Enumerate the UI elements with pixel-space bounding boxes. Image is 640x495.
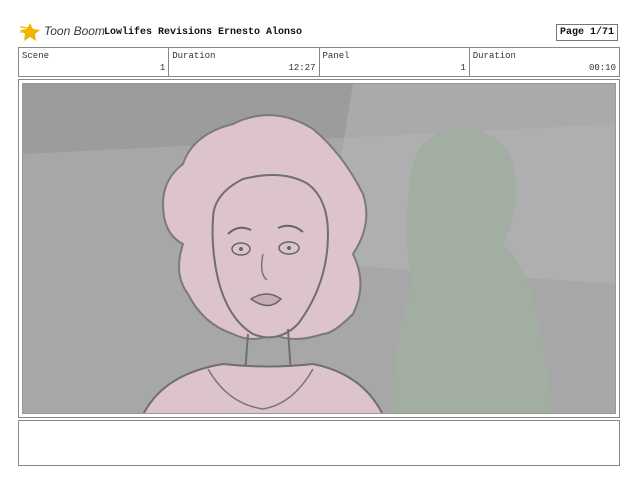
toon-boom-logo: Toon Boom xyxy=(19,22,105,44)
panel-info-row: Scene 1 Duration 12:27 Panel 1 Duration … xyxy=(18,47,620,77)
scene-value: 1 xyxy=(159,63,166,73)
panel-label: Panel xyxy=(322,51,350,61)
scene-cell: Scene 1 xyxy=(19,48,170,76)
page-indicator: Page 1/71 xyxy=(556,24,618,41)
panel-duration-cell: Duration 00:10 xyxy=(470,48,619,76)
notes-box xyxy=(18,420,620,466)
storyboard-sketch xyxy=(23,84,615,413)
storyboard-header: Toon Boom Lowlifes Revisions Ernesto Alo… xyxy=(0,0,640,46)
scene-duration-value: 12:27 xyxy=(288,63,316,73)
scene-label: Scene xyxy=(22,51,50,61)
logo-text: Toon Boom xyxy=(44,24,105,38)
panel-frame xyxy=(18,79,620,418)
panel-value: 1 xyxy=(460,63,466,73)
panel-drawing xyxy=(22,83,616,414)
panel-duration-value: 00:10 xyxy=(588,63,616,73)
scene-duration-label: Duration xyxy=(172,51,216,61)
page-value: 1/71 xyxy=(590,27,615,38)
page-label: Page xyxy=(559,27,584,38)
star-icon xyxy=(19,23,40,41)
project-title: Lowlifes Revisions Ernesto Alonso xyxy=(104,27,303,38)
scene-duration-cell: Duration 12:27 xyxy=(169,48,320,76)
panel-cell: Panel 1 xyxy=(320,48,470,76)
panel-duration-label: Duration xyxy=(472,51,516,61)
